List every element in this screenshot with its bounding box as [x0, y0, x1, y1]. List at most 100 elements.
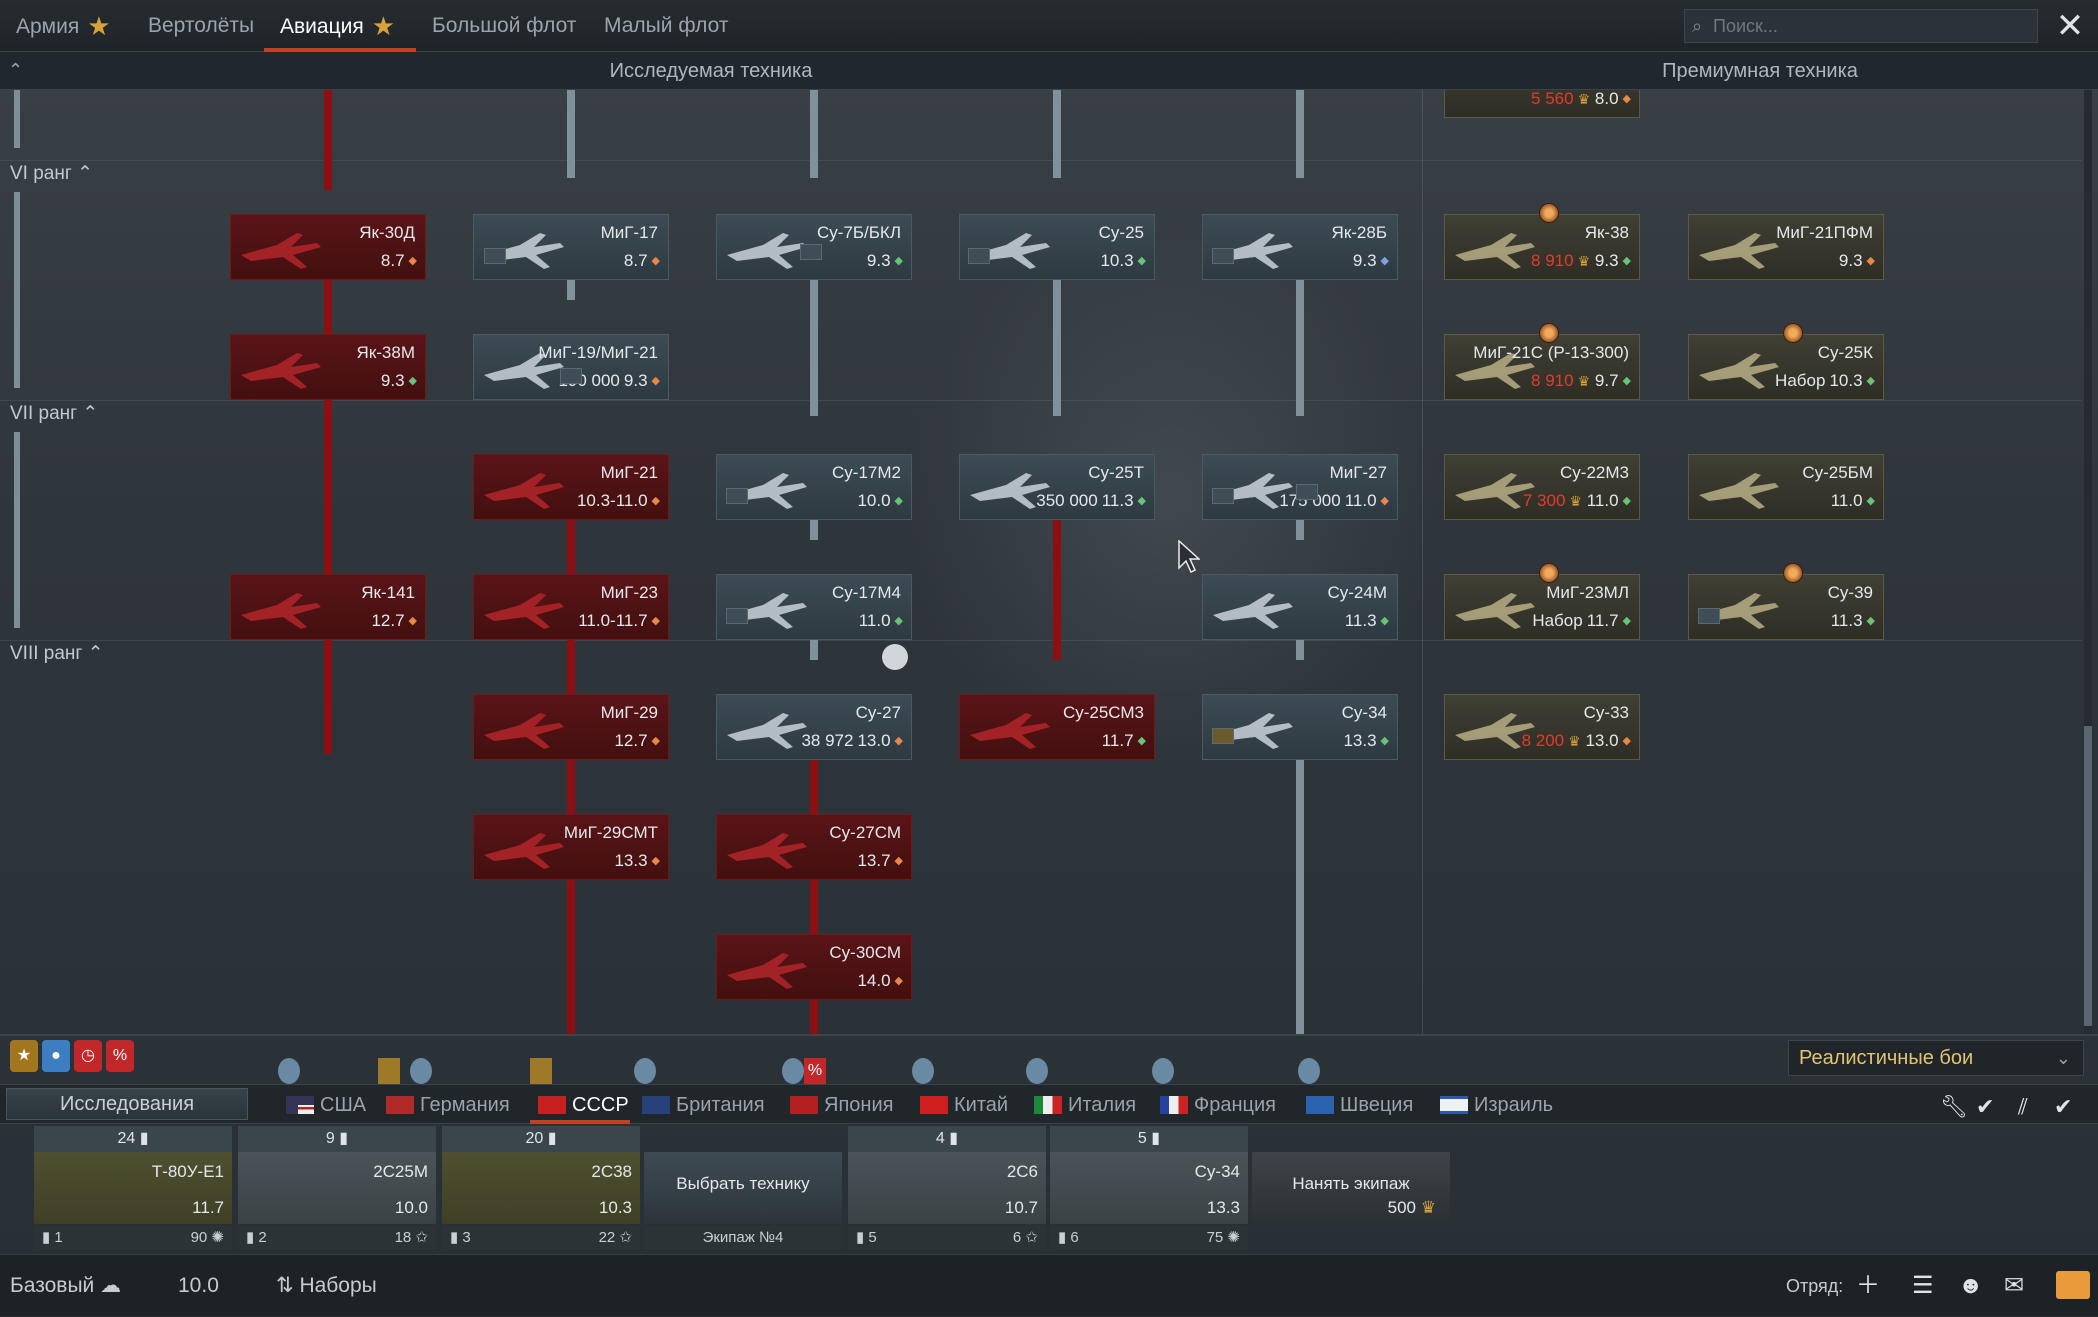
vehicle-card[interactable]: Су-24М 11.3 ◆: [1202, 574, 1398, 640]
packs-button[interactable]: ⇅ Наборы: [276, 1255, 377, 1317]
vehicle-card[interactable]: МиГ-23МЛ Набор 11.7 ◆: [1444, 563, 1640, 640]
tab-helicopters[interactable]: Вертолёты: [148, 0, 254, 52]
tab-bluewater-fleet[interactable]: Большой флот: [432, 0, 576, 52]
nation-britain[interactable]: Британия: [642, 1085, 765, 1125]
vehicle-card[interactable]: МиГ-19/МиГ-21 190 000 9.3 ◆: [473, 334, 669, 400]
tree-column-headers: ⌃ Исследуемая техника Премиумная техника: [0, 52, 2098, 90]
vehicle-card[interactable]: Як-28Б 9.3 ◆: [1202, 214, 1398, 280]
crew-slot-4-select[interactable]: Выбрать технику Экипаж №4: [644, 1126, 842, 1252]
br-diamond-icon: ◆: [651, 495, 660, 507]
vehicle-br: 9.3 ◆: [380, 371, 417, 390]
close-button[interactable]: ✕: [2050, 6, 2090, 46]
rank-label-viii[interactable]: VIII ранг ⌃: [10, 642, 104, 665]
add-squad-icon[interactable]: ＋: [1856, 1255, 1880, 1317]
vehicle-card[interactable]: Як-30Д 8.7 ◆: [230, 214, 426, 280]
vehicle-card[interactable]: Як-38 8 910 ♛ 9.3 ◆: [1444, 203, 1640, 280]
tree-scrollbar[interactable]: [2084, 90, 2092, 1034]
vehicle-br: 8 910 ♛ 9.3 ◆: [1531, 251, 1631, 270]
bulb-filter-icon[interactable]: ●: [42, 1040, 70, 1072]
chat-icon[interactable]: ✉: [2004, 1255, 2024, 1317]
nation-sweden[interactable]: Швеция: [1306, 1085, 1413, 1125]
checkmark-icon[interactable]: ✔: [2054, 1094, 2072, 1120]
tab-aviation[interactable]: Авиация ★: [280, 0, 395, 52]
vehicle-br: 11.0 ◆: [858, 611, 903, 630]
crew-slot-3[interactable]: 20 ▮ 2С38 10.3 ▮ 3 22 ✩: [442, 1126, 640, 1252]
checkmark-icon[interactable]: ✔: [1976, 1094, 1994, 1120]
scrollbar-thumb[interactable]: [2084, 726, 2092, 1026]
vehicle-card[interactable]: Су-39 11.3 ◆: [1688, 563, 1884, 640]
vehicle-card[interactable]: Су-27СМ 13.7 ◆: [716, 814, 912, 880]
vehicle-br: 10.0 ◆: [857, 491, 903, 510]
br-diamond-icon: ◆: [894, 975, 903, 987]
nation-israel[interactable]: Израиль: [1440, 1085, 1553, 1125]
vehicle-card[interactable]: Су-30СМ 14.0 ◆: [716, 934, 912, 1000]
search-input[interactable]: ⌕ Поиск...: [1684, 9, 2038, 43]
event-badge-icon: [1783, 563, 1803, 583]
tab-coastal-fleet[interactable]: Малый флот: [604, 0, 728, 52]
multi-check-icon[interactable]: ⫽: [2018, 1094, 2028, 1120]
nation-italy[interactable]: Италия: [1034, 1085, 1136, 1125]
event-badge-icon: [1783, 323, 1803, 343]
aircraft-icon: [484, 713, 564, 749]
vehicle-card[interactable]: Су-22М3 7 300 ♛ 11.0 ◆: [1444, 454, 1640, 520]
vehicle-card[interactable]: Су-27 38 972 13.0 ◆: [716, 694, 912, 760]
vehicle-br: 11.0 ◆: [1830, 491, 1875, 510]
vehicle-card[interactable]: Су-17М2 10.0 ◆: [716, 454, 912, 520]
nation-japan[interactable]: Япония: [790, 1085, 893, 1125]
vehicle-card-partial[interactable]: 5 560 ♛ 8.0 ◆: [1444, 90, 1640, 118]
crew-slot-6[interactable]: 5 ▮ Су-34 13.3 ▮ 6 75 ✺: [1050, 1126, 1248, 1252]
star-filter-icon[interactable]: ★: [10, 1040, 38, 1072]
br-diamond-icon: ◆: [1622, 615, 1631, 627]
br-diamond-icon: ◆: [651, 615, 660, 627]
nation-germany[interactable]: Германия: [386, 1085, 510, 1125]
contacts-icon[interactable]: ☻: [1958, 1255, 1983, 1317]
vehicle-card[interactable]: Су-25К Набор 10.3 ◆: [1688, 323, 1884, 400]
hire-crew-button[interactable]: Нанять экипаж 500 ♛: [1252, 1126, 1450, 1252]
vehicle-card[interactable]: Су-25БМ 11.0 ◆: [1688, 454, 1884, 520]
aircraft-icon: [241, 353, 321, 389]
vehicle-name: Су-33: [1583, 703, 1629, 722]
mail-icon[interactable]: [2056, 1271, 2090, 1299]
vehicle-card[interactable]: Су-17М4 11.0 ◆: [716, 574, 912, 640]
vehicle-card[interactable]: МиГ-23 11.0-11.7 ◆: [473, 574, 669, 640]
timer-filter-icon[interactable]: ◷: [74, 1040, 102, 1072]
vehicle-card[interactable]: МиГ-21 10.3-11.0 ◆: [473, 454, 669, 520]
flag-israel-icon: [1440, 1096, 1468, 1114]
crew-slot-2[interactable]: 9 ▮ 2С25М 10.0 ▮ 2 18 ✩: [238, 1126, 436, 1252]
list-icon[interactable]: ☰: [1912, 1255, 1934, 1317]
tab-army[interactable]: Армия ★: [16, 0, 111, 52]
vehicle-card[interactable]: Як-38М 9.3 ◆: [230, 334, 426, 400]
research-button[interactable]: Исследования: [6, 1088, 248, 1120]
group-marker[interactable]: [800, 244, 822, 260]
vehicle-br: Набор 10.3 ◆: [1775, 371, 1875, 390]
vehicle-card[interactable]: МиГ-29СМТ 13.3 ◆: [473, 814, 669, 880]
vehicle-card[interactable]: Су-33 8 200 ♛ 13.0 ◆: [1444, 694, 1640, 760]
group-marker[interactable]: [1296, 484, 1318, 500]
nation-france[interactable]: Франция: [1160, 1085, 1276, 1125]
vehicle-card[interactable]: МиГ-21ПФМ 9.3 ◆: [1688, 214, 1884, 280]
nation-usa[interactable]: США: [286, 1085, 366, 1125]
vehicle-card[interactable]: Як-141 12.7 ◆: [230, 574, 426, 640]
wrench-icon[interactable]: 🔧︎: [1940, 1094, 1968, 1120]
vehicle-card[interactable]: МиГ-17 8.7 ◆: [473, 214, 669, 280]
rank-label-vii[interactable]: VII ранг ⌃: [10, 402, 98, 425]
vehicle-br: 8 200 ♛ 13.0 ◆: [1521, 731, 1631, 750]
crew-slot-5[interactable]: 4 ▮ 2С6 10.7 ▮ 56 ✩: [848, 1126, 1046, 1252]
vehicle-name: Су-25Т: [1088, 463, 1144, 482]
group-marker[interactable]: [560, 368, 582, 384]
rank-label-vi[interactable]: VI ранг ⌃: [10, 162, 93, 185]
nation-china[interactable]: Китай: [920, 1085, 1008, 1125]
game-mode-select[interactable]: Реалистичные бои ⌄: [1788, 1040, 2084, 1076]
vehicle-card[interactable]: Су-25 10.3 ◆: [959, 214, 1155, 280]
vehicle-card[interactable]: Су-25СМ3 11.7 ◆: [959, 694, 1155, 760]
br-diamond-icon: ◆: [1622, 495, 1631, 507]
vehicle-card[interactable]: Су-34 13.3 ◆: [1202, 694, 1398, 760]
vehicle-card[interactable]: МиГ-29 12.7 ◆: [473, 694, 669, 760]
vehicle-card[interactable]: МиГ-21С (Р-13-300) 8 910 ♛ 9.7 ◆: [1444, 323, 1640, 400]
nation-bulb-icon: [410, 1058, 432, 1084]
nation-ussr[interactable]: СССР: [538, 1085, 629, 1125]
vehicle-card[interactable]: Су-25Т 350 000 11.3 ◆: [959, 454, 1155, 520]
crew-slot-1[interactable]: 24 ▮ Т-80У-Е1 11.7 ▮ 1 90 ✺: [34, 1126, 232, 1252]
mode-selector[interactable]: Базовый ☁: [10, 1255, 121, 1317]
discount-filter-icon[interactable]: %: [106, 1040, 134, 1072]
